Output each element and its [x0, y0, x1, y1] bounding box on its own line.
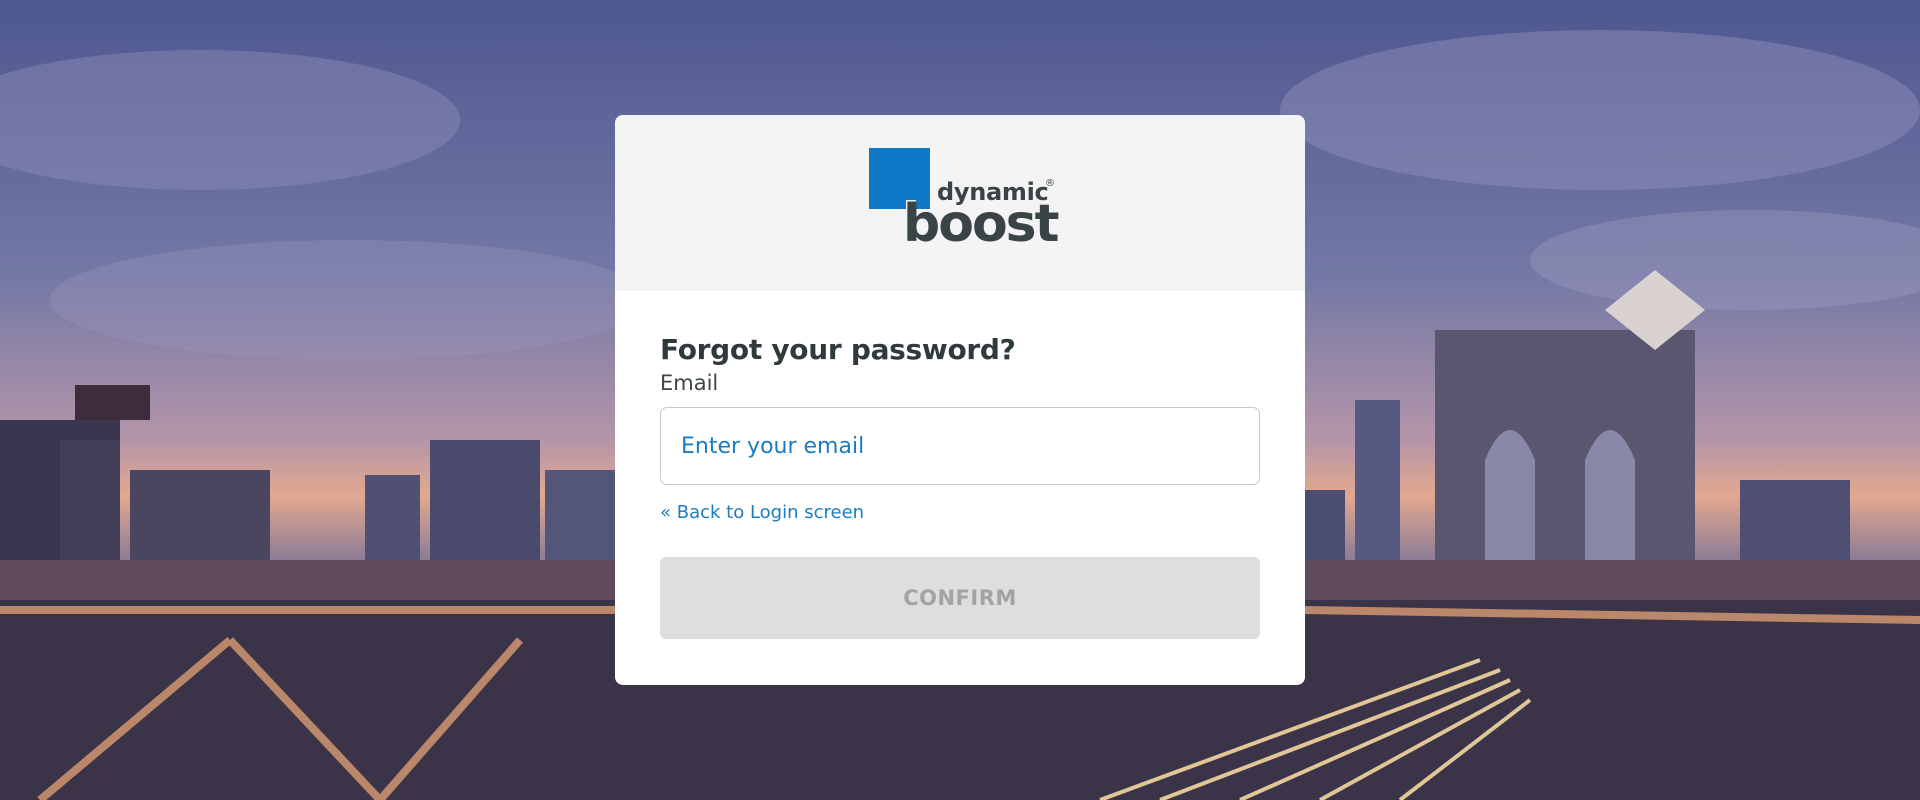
- confirm-button[interactable]: CONFIRM: [660, 557, 1260, 639]
- page-title: Forgot your password?: [660, 333, 1016, 366]
- email-field[interactable]: [660, 407, 1260, 485]
- password-reset-card: dynamic ® boost Forgot your password? Em…: [615, 115, 1305, 685]
- card-header: dynamic ® boost: [615, 115, 1305, 291]
- logo-registered-mark: ®: [1045, 178, 1055, 189]
- back-to-login-link[interactable]: « Back to Login screen: [660, 502, 864, 523]
- brand-logo: dynamic ® boost: [869, 148, 1069, 258]
- logo-boost-text: boost: [903, 194, 1059, 254]
- email-label: Email: [660, 371, 719, 395]
